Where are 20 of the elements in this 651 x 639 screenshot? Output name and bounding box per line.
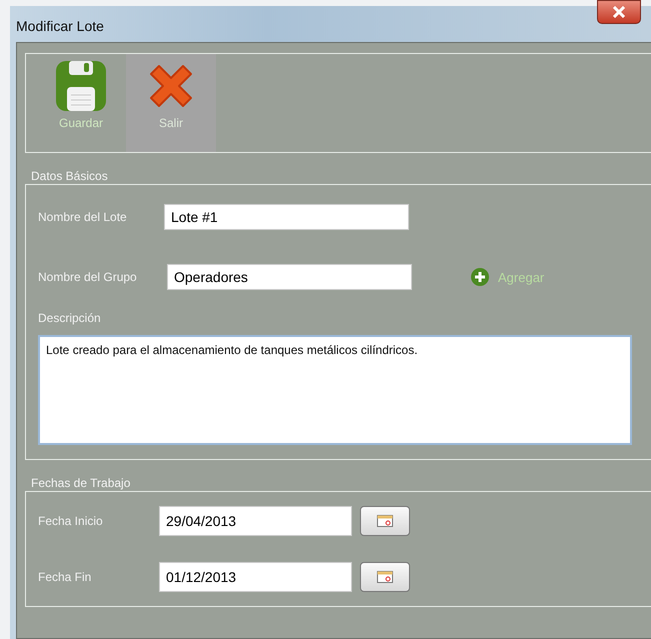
description-field[interactable]: Lote creado para el almacenamiento de tanques metálicos cilíndricos. — [38, 335, 632, 445]
calendar-button[interactable] — [360, 506, 410, 536]
calendar-icon — [377, 515, 393, 527]
section-title: Datos Básicos — [31, 169, 109, 183]
text-field[interactable]: Lote #1 — [164, 204, 409, 230]
calendar-icon — [377, 571, 393, 583]
field-label: Nombre del Grupo — [38, 270, 138, 284]
window-title: Modificar Lote — [16, 18, 104, 34]
close-icon — [612, 6, 626, 18]
field-label: Fecha Fin — [38, 570, 92, 584]
section-title: Fechas de Trabajo — [31, 476, 132, 490]
plus-icon — [470, 267, 490, 287]
field-label: Fecha Inicio — [38, 514, 104, 528]
text-field[interactable]: Operadores — [167, 264, 412, 290]
date-field[interactable]: 29/04/2013 — [159, 506, 352, 536]
calendar-button[interactable] — [360, 562, 410, 592]
close-button[interactable] — [597, 0, 641, 24]
field-label: Descripción — [38, 311, 102, 325]
field-label: Nombre del Lote — [38, 210, 128, 224]
date-field[interactable]: 01/12/2013 — [159, 562, 352, 592]
